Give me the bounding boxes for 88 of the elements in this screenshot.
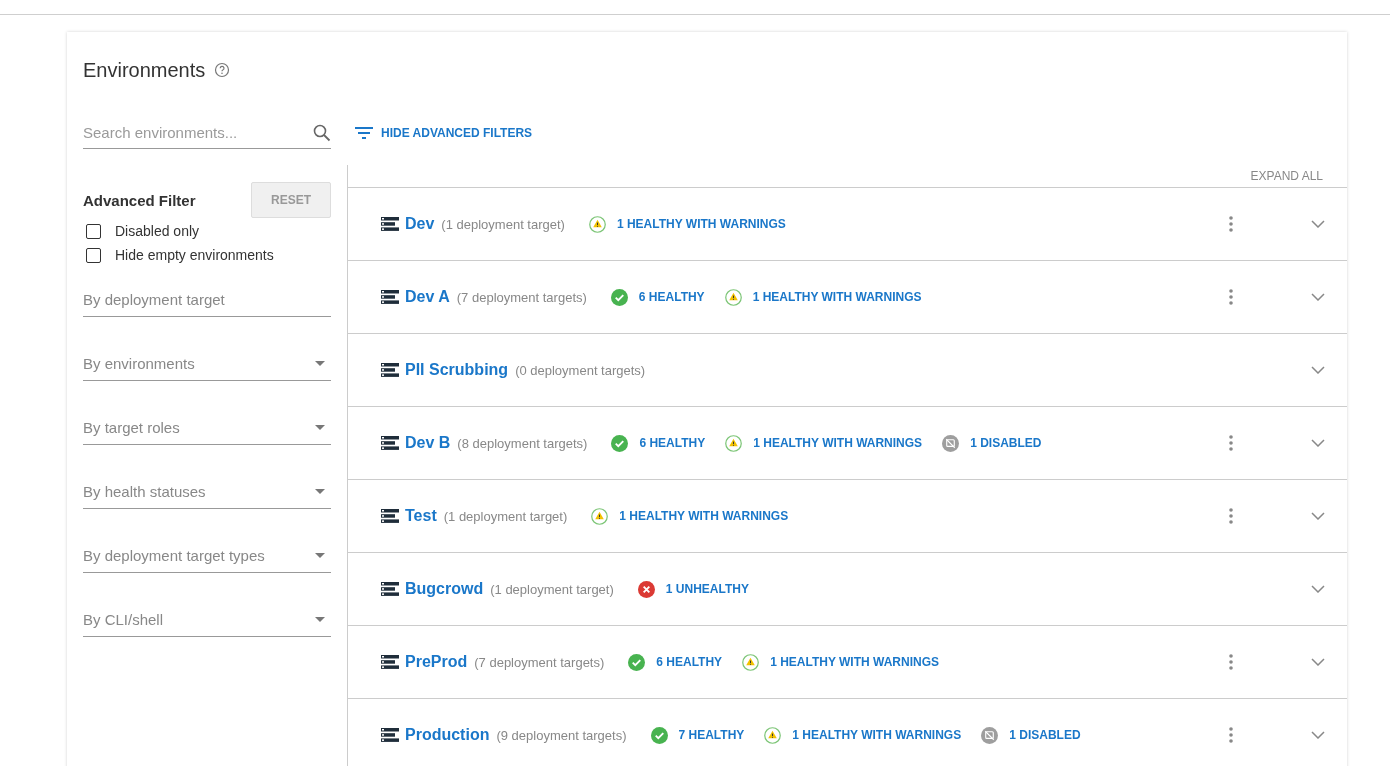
target-count: (1 deployment target) (490, 581, 614, 597)
search-icon (313, 123, 331, 142)
checkbox[interactable] (86, 223, 101, 239)
target-count: (0 deployment targets) (515, 362, 646, 378)
dropdown-caret-icon (315, 361, 325, 366)
status-link[interactable]: 1 DISABLED (970, 436, 1042, 450)
server-icon (381, 582, 399, 596)
server-icon (381, 363, 399, 377)
target-count: (8 deployment targets) (457, 435, 588, 451)
advanced-filter-heading: Advanced Filter (83, 191, 196, 209)
environment-link[interactable]: Bugcrowd (405, 580, 484, 598)
status-link[interactable]: 1 DISABLED (1009, 728, 1081, 742)
dropdown-caret-icon (315, 553, 325, 558)
target-count: (7 deployment targets) (456, 289, 587, 305)
expand-chevron-icon[interactable] (1311, 293, 1325, 301)
dropdown-caret-icon (315, 617, 325, 622)
server-icon (381, 728, 399, 742)
warning-icon (591, 507, 609, 525)
status-link[interactable]: 6 HEALTHY (639, 436, 706, 450)
status-link[interactable]: 1 UNHEALTHY (665, 582, 749, 596)
more-options-icon[interactable] (1229, 654, 1233, 670)
status-link[interactable]: 1 HEALTHY WITH WARNINGS (752, 290, 922, 304)
check-circle-icon (650, 726, 668, 744)
dropdown-field[interactable]: By health statuses (83, 475, 331, 509)
server-icon (381, 655, 399, 669)
status-link[interactable]: 1 HEALTHY WITH WARNINGS (792, 728, 962, 742)
check-circle-icon (611, 434, 629, 452)
more-options-icon[interactable] (1229, 435, 1233, 451)
target-count: (9 deployment targets) (496, 727, 627, 743)
environment-link[interactable]: Dev (405, 215, 435, 233)
checkbox-label: Hide empty environments (115, 247, 274, 263)
search-field[interactable]: Search environments... (83, 124, 313, 141)
status-link[interactable]: 7 HEALTHY (678, 728, 745, 742)
warning-icon (742, 653, 760, 671)
dropdown-field[interactable]: By CLI/shell (83, 603, 331, 637)
expand-chevron-icon[interactable] (1311, 658, 1325, 666)
more-options-icon[interactable] (1229, 289, 1233, 305)
server-icon (381, 436, 399, 450)
environment-link[interactable]: PII Scrubbing (405, 361, 509, 379)
more-options-icon[interactable] (1229, 508, 1233, 524)
more-options-icon[interactable] (1229, 216, 1233, 232)
text-field[interactable]: By deployment target (83, 283, 331, 317)
page-title: Environments (83, 58, 206, 82)
more-options-icon[interactable] (1229, 727, 1233, 743)
status-link[interactable]: 1 HEALTHY WITH WARNINGS (616, 217, 786, 231)
environment-link[interactable]: Test (405, 507, 437, 525)
status-link[interactable]: 6 HEALTHY (638, 290, 705, 304)
target-count: (7 deployment targets) (474, 654, 605, 670)
warning-icon (764, 726, 782, 744)
dropdown-caret-icon (315, 489, 325, 494)
status-link[interactable]: 1 HEALTHY WITH WARNINGS (753, 436, 923, 450)
dropdown-caret-icon (315, 425, 325, 430)
expand-chevron-icon[interactable] (1311, 731, 1325, 739)
dropdown-field[interactable]: By deployment target types (83, 539, 331, 573)
expand-chevron-icon[interactable] (1311, 366, 1325, 374)
status-link[interactable]: 1 HEALTHY WITH WARNINGS (770, 655, 939, 669)
check-circle-icon (610, 288, 628, 306)
environment-link[interactable]: PreProd (405, 653, 468, 671)
help-icon[interactable] (214, 62, 231, 78)
server-icon (381, 217, 399, 231)
status-link[interactable]: 1 HEALTHY WITH WARNINGS (619, 509, 789, 523)
error-icon (637, 580, 655, 598)
checkbox-label: Disabled only (115, 223, 200, 239)
warning-icon (724, 288, 742, 306)
expand-chevron-icon[interactable] (1311, 220, 1325, 228)
environment-link[interactable]: Dev B (405, 434, 451, 452)
reset-button[interactable]: RESET (251, 182, 331, 218)
dropdown-field[interactable]: By target roles (83, 411, 331, 445)
target-count: (1 deployment target) (443, 508, 568, 524)
dropdown-field[interactable]: By environments (83, 347, 331, 381)
expand-chevron-icon[interactable] (1311, 585, 1325, 593)
warning-icon (588, 215, 606, 233)
filter-icon (355, 127, 373, 139)
disabled-icon (981, 726, 999, 744)
expand-all-button[interactable]: EXPAND ALL (1250, 165, 1323, 187)
status-link[interactable]: 6 HEALTHY (656, 655, 723, 669)
environment-link[interactable]: Dev A (405, 288, 450, 306)
server-icon (381, 290, 399, 304)
expand-chevron-icon[interactable] (1311, 439, 1325, 447)
warning-icon (725, 434, 743, 452)
environment-link[interactable]: Production (405, 726, 490, 744)
hide-filters-button[interactable]: HIDE ADVANCED FILTERS (355, 117, 533, 149)
expand-chevron-icon[interactable] (1311, 512, 1325, 520)
target-count: (1 deployment target) (441, 216, 565, 232)
check-circle-icon (628, 653, 646, 671)
checkbox[interactable] (86, 247, 101, 263)
server-icon (381, 509, 399, 523)
disabled-icon (942, 434, 960, 452)
